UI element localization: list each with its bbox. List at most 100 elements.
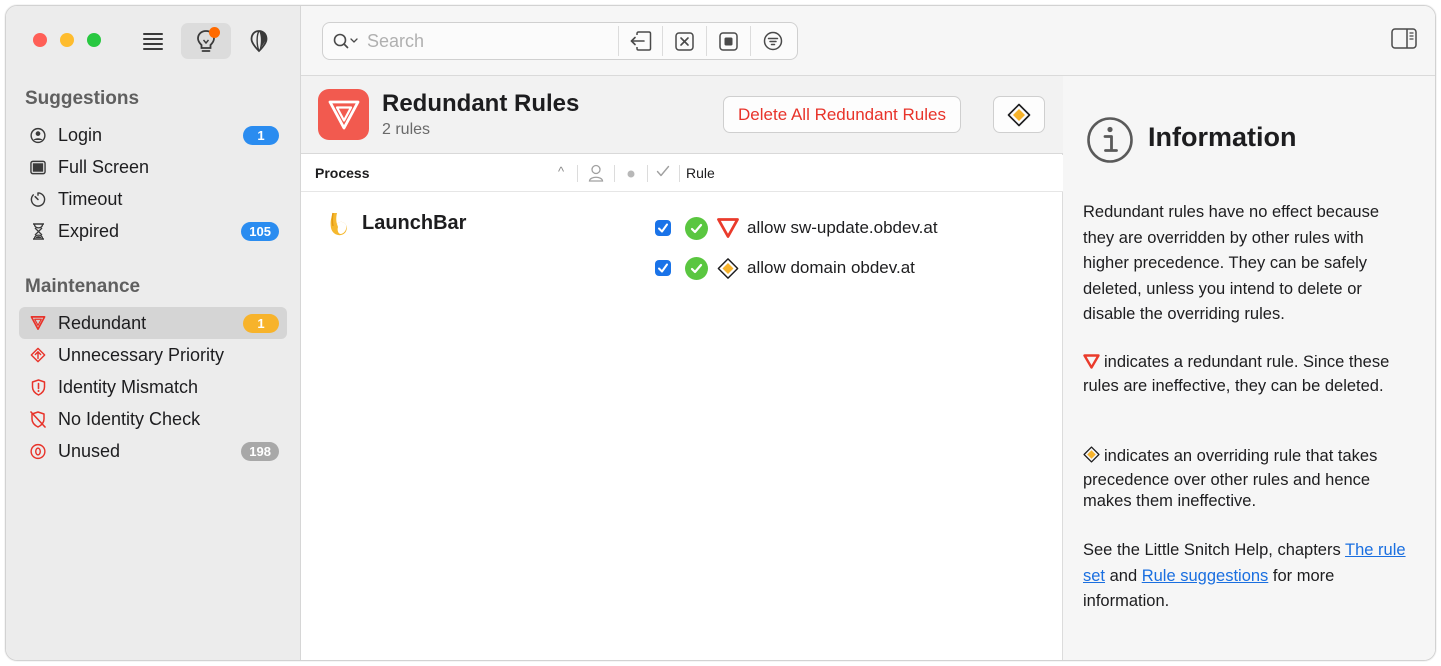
count-badge: 198 [241,442,279,461]
minimize-window-button[interactable] [60,33,74,47]
suggestions-view-button[interactable] [181,23,231,59]
info-paragraph: indicates a redundant rule. Since these … [1083,352,1413,397]
overriding-diamond-icon [1083,446,1100,470]
hourglass-icon [30,222,46,240]
timer-icon [30,191,46,207]
sidebar-item-label: Login [58,124,103,145]
rule-row[interactable]: allow sw-update.obdev.at [655,214,938,242]
info-circle-icon [1086,116,1134,169]
app-window: Suggestions Login 1 Full Screen Timeout … [5,5,1436,661]
count-badge: 1 [243,314,279,333]
shield-exclamation-icon [30,378,46,396]
shield-slash-icon [30,410,46,428]
filter-direction-button[interactable] [618,26,662,56]
overriding-rules-button[interactable] [993,96,1045,133]
sidebar-item-label: Redundant [58,312,147,333]
info-title: Information [1148,122,1297,152]
filter-disabled-button[interactable] [706,26,750,56]
process-name: LaunchBar [362,212,467,234]
sidebar-item-login[interactable]: Login 1 [19,119,287,151]
link-rule-suggestions[interactable]: Rule suggestions [1142,567,1269,585]
sidebar-item-full-screen[interactable]: Full Screen [19,151,287,183]
allow-checkmark-icon [685,256,708,280]
sidebar-item-identity-mismatch[interactable]: Identity Mismatch [19,371,287,403]
filter-options-button[interactable] [750,26,794,56]
map-pin-icon [250,30,268,53]
priority-up-icon [30,347,46,363]
rule-row[interactable]: allow domain obdev.at [655,254,915,282]
sidebar-item-timeout[interactable]: Timeout [19,183,287,215]
person-circle-icon [30,127,46,143]
sidebar-right-icon [1391,28,1417,49]
column-divider [577,165,578,182]
column-rule[interactable]: Rule [686,165,715,181]
sidebar-item-label: No Identity Check [58,408,201,429]
info-text: indicates a redundant rule. Since these … [1083,353,1390,395]
search-field[interactable] [322,22,798,60]
sort-ascending-icon[interactable]: ^ [558,164,564,179]
rules-list-pane: Redundant Rules 2 rules Delete All Redun… [301,76,1063,660]
sidebar-item-label: Expired [58,220,120,241]
user-column-icon[interactable] [588,164,604,182]
page-title: Redundant Rules [382,90,580,117]
rules-view-button[interactable] [128,23,178,59]
map-view-button[interactable] [234,23,284,59]
allow-checkmark-icon [685,216,708,240]
sidebar-item-label: Identity Mismatch [58,376,199,397]
search-input[interactable] [367,30,597,52]
list-icon [143,33,163,50]
column-header-row: Process ^ Rule [301,155,1063,192]
sidebar-item-redundant[interactable]: Redundant 1 [19,307,287,339]
info-paragraph: Redundant rules have no effect because t… [1083,203,1379,323]
count-badge: 105 [241,222,279,241]
rule-count: 2 rules [382,121,431,138]
sidebar-item-label: Unused [58,440,121,461]
sidebar-item-label: Full Screen [58,156,150,177]
redundant-triangle-icon [30,315,46,331]
rectangle-fill-icon [30,159,46,175]
list-header: Redundant Rules 2 rules Delete All Redun… [301,76,1063,154]
zoom-window-button[interactable] [87,33,101,47]
launchbar-app-icon [327,210,351,243]
section-title-suggestions: Suggestions [25,88,140,109]
redundant-triangle-icon [717,217,739,239]
sidebar-item-unused[interactable]: Unused 198 [19,435,287,467]
delete-all-redundant-button[interactable]: Delete All Redundant Rules [723,96,961,133]
filter-deny-button[interactable] [662,26,706,56]
info-text: See the Little Snitch Help, chapters [1083,541,1346,559]
stop-square-icon [719,31,738,51]
redundant-triangle-icon [1083,354,1100,376]
sidebar: Suggestions Login 1 Full Screen Timeout … [6,6,301,660]
overriding-diamond-icon [717,257,739,279]
rule-description: allow sw-update.obdev.at [747,218,938,237]
info-paragraph: indicates an overriding rule that takes … [1083,446,1413,513]
info-text: indicates an overriding rule that takes … [1083,447,1378,510]
section-title-maintenance: Maintenance [25,276,141,297]
sidebar-item-no-identity-check[interactable]: No Identity Check [19,403,287,435]
search-icon[interactable] [333,33,359,49]
enabled-checkmark-icon[interactable] [656,164,670,178]
information-panel: Information Redundant rules have no effe… [1063,76,1435,660]
notification-dot [209,27,220,38]
close-window-button[interactable] [33,33,47,47]
status-dot-icon[interactable] [627,170,635,178]
info-paragraph: See the Little Snitch Help, chapters The… [1083,538,1413,615]
info-text: and [1105,566,1142,585]
rule-enabled-checkbox[interactable] [655,260,671,276]
sidebar-item-unnecessary-priority[interactable]: Unnecessary Priority [19,339,287,371]
count-badge: 1 [243,126,279,145]
rule-description: allow domain obdev.at [747,258,915,277]
overriding-diamond-icon [1007,103,1031,126]
column-process[interactable]: Process [315,165,369,181]
arrow-in-box-icon [630,31,651,51]
x-square-icon [675,31,694,51]
redundant-rules-icon [318,89,369,140]
column-divider [679,165,680,182]
sidebar-item-expired[interactable]: Expired 105 [19,215,287,247]
rule-enabled-checkbox[interactable] [655,220,671,236]
column-divider [614,165,615,182]
column-divider [647,165,648,182]
toolbar [301,6,1435,76]
sidebar-item-label: Timeout [58,188,123,209]
inspector-toggle-button[interactable] [1391,28,1417,55]
